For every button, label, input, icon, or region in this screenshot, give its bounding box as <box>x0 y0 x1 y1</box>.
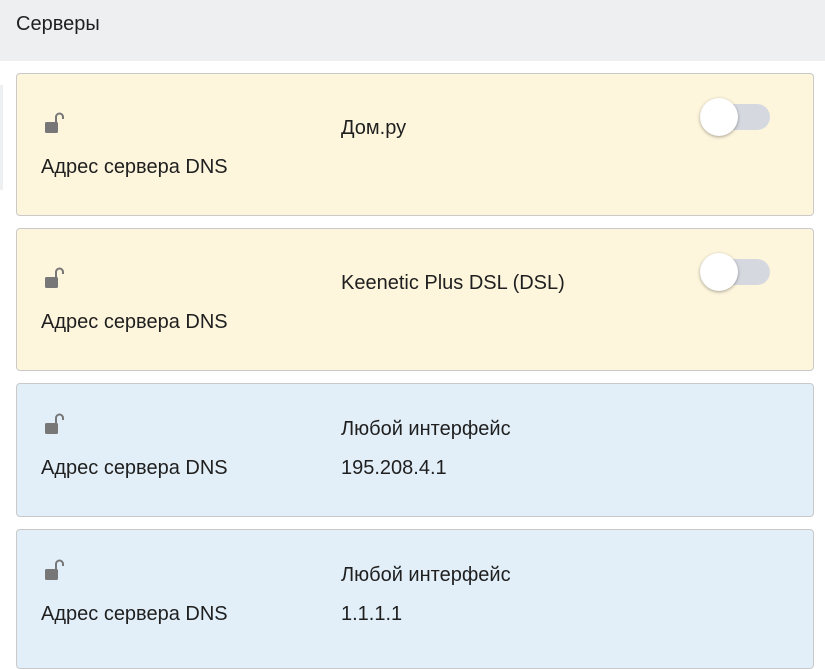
field-label: Адрес сервера DNS <box>41 311 228 333</box>
page-header: Серверы <box>0 0 825 61</box>
dns-server-card[interactable]: Любой интерфейс Адрес сервера DNS 195.20… <box>16 383 814 517</box>
page-title: Серверы <box>16 13 100 35</box>
dns-address-value: 1.1.1.1 <box>341 603 403 625</box>
field-label: Адрес сервера DNS <box>41 156 228 178</box>
dns-enable-toggle[interactable] <box>700 98 772 136</box>
interface-name: Keenetic Plus DSL (DSL) <box>341 272 565 294</box>
interface-name: Любой интерфейс <box>341 564 511 586</box>
sidebar-edge <box>0 85 3 190</box>
dns-server-card[interactable]: Keenetic Plus DSL (DSL) Адрес сервера DN… <box>16 228 814 371</box>
interface-name: Дом.ру <box>341 117 407 139</box>
field-label: Адрес сервера DNS <box>41 457 228 479</box>
field-label: Адрес сервера DNS <box>41 603 228 625</box>
unlocked-padlock-icon <box>45 112 64 133</box>
toggle-knob <box>700 253 738 291</box>
dns-server-card[interactable]: Дом.ру Адрес сервера DNS <box>16 73 814 216</box>
unlocked-padlock-icon <box>45 559 64 580</box>
dns-server-card[interactable]: Любой интерфейс Адрес сервера DNS 1.1.1.… <box>16 529 814 669</box>
dns-enable-toggle[interactable] <box>700 253 772 291</box>
unlocked-padlock-icon <box>45 413 64 434</box>
toggle-knob <box>700 98 738 136</box>
unlocked-padlock-icon <box>45 267 64 288</box>
dns-address-value: 195.208.4.1 <box>341 457 447 479</box>
interface-name: Любой интерфейс <box>341 418 511 440</box>
